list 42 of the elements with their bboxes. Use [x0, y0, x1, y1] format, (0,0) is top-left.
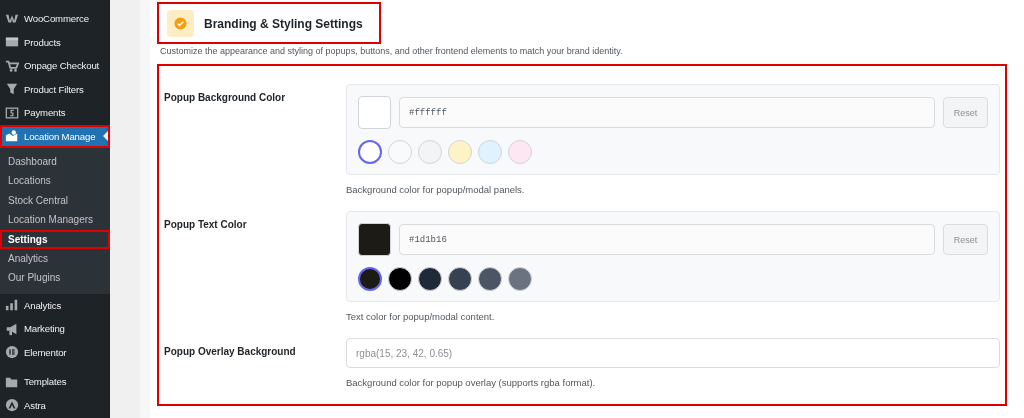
color-preview[interactable] — [358, 223, 391, 256]
submenu-item[interactable]: Dashboard — [0, 152, 110, 172]
bar-chart-icon — [5, 298, 19, 313]
menu-item[interactable]: Elementor — [0, 340, 110, 365]
pointer-icon — [103, 131, 108, 142]
menu-item[interactable]: WooCommerce — [0, 7, 110, 31]
field-label: Popup Text Color — [164, 218, 248, 232]
field-label: Popup Background Color — [164, 91, 287, 105]
submenu-item[interactable]: Locations — [0, 171, 110, 191]
hex-input-field[interactable]: #ffffff — [399, 97, 935, 128]
help-text: Background color for popup/modal panels. — [346, 184, 526, 195]
menu-item[interactable]: Onpage Checkout — [0, 54, 110, 78]
section-title: Branding & Styling Settings — [204, 16, 363, 31]
funnel-icon — [5, 82, 19, 97]
section-description: Customize the appearance and styling of popups, buttons, and other frontend elements to match your brand identity. — [160, 46, 624, 56]
menu-item[interactable]: Products — [0, 30, 110, 54]
submenu-item[interactable]: Analytics — [0, 248, 110, 269]
input-field[interactable]: rgba(15, 23, 42, 0.65) — [346, 338, 1000, 368]
submenu-item[interactable]: Our Plugins — [0, 268, 110, 288]
color-swatch[interactable] — [358, 140, 382, 164]
submenu-item[interactable]: Location Managers — [0, 210, 110, 230]
help-text: Text color for popup/modal content. — [346, 311, 496, 322]
menu-item[interactable]: Product Filters — [0, 77, 110, 101]
color-preview[interactable] — [358, 96, 391, 129]
menu-item[interactable]: Astra — [0, 393, 110, 418]
help-text: Background color for popup overlay (supports rgba format). — [346, 377, 597, 388]
submenu-item[interactable]: Stock Central — [0, 190, 110, 211]
menu-item[interactable]: Templates — [0, 370, 110, 394]
menu-item[interactable]: Location Manage — [0, 124, 110, 148]
folder-icon — [5, 375, 19, 389]
dollar-icon — [5, 105, 19, 120]
megaphone-icon — [5, 322, 19, 336]
menu-item[interactable]: Payments — [0, 101, 110, 125]
cart-icon — [5, 58, 19, 73]
color-swatch[interactable] — [358, 267, 382, 291]
check-badge-icon — [167, 10, 194, 37]
hex-input-field[interactable]: #1d1b16 — [399, 224, 935, 255]
field-label: Popup Overlay Background — [164, 345, 297, 359]
menu-item[interactable]: Analytics — [0, 293, 110, 318]
a-logo-icon — [5, 398, 19, 413]
submenu-item[interactable]: Settings — [0, 229, 110, 249]
menu-item[interactable]: Marketing — [0, 317, 110, 341]
